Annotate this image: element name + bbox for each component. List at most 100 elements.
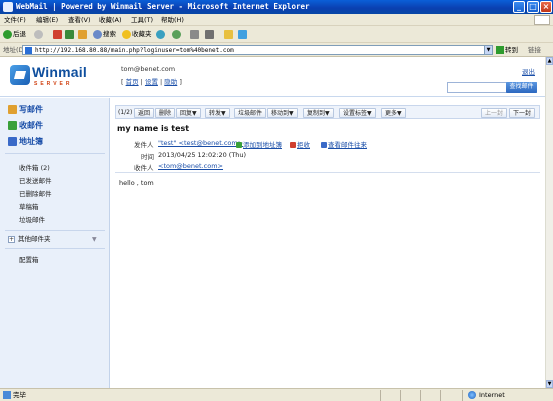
search-toolbar-button[interactable]: 搜索: [93, 29, 116, 40]
favorites-button[interactable]: 收藏夹: [122, 29, 152, 40]
move-to-button[interactable]: 移动到▼: [267, 108, 298, 118]
logo-word: Winmail: [32, 64, 87, 80]
more-button[interactable]: 更多▼: [381, 108, 406, 118]
other-folders-toggle[interactable]: + 其他邮件夹: [8, 235, 51, 244]
links-button[interactable]: 链接: [528, 45, 541, 55]
sidebar: 写邮件 收邮件 地址簿 收件箱 (2) 已发送邮件 已删除邮件 草稿箱 垃圾邮件…: [0, 98, 110, 388]
copy-to-button[interactable]: 复制到▼: [303, 108, 334, 118]
sidebar-divider: [5, 248, 105, 249]
forward-arrow-icon: [34, 29, 43, 39]
close-button[interactable]: ×: [540, 1, 552, 13]
back-to-list-button[interactable]: 返回: [134, 108, 155, 118]
header-divider: [115, 172, 540, 173]
receive-mail-icon: [8, 121, 17, 130]
reply-button[interactable]: 回复▼: [176, 108, 201, 118]
compose-link[interactable]: 写邮件: [8, 104, 43, 115]
set-label-button[interactable]: 设置标签▼: [339, 108, 376, 118]
add-to-contacts-link[interactable]: 添加到地址簿: [236, 139, 282, 149]
folder-sent[interactable]: 已发送邮件: [19, 177, 52, 186]
menu-bar: 文件(F) 编辑(E) 查看(V) 收藏(A) 工具(T) 帮助(H): [0, 14, 553, 26]
chevron-down-icon[interactable]: ▼: [92, 236, 97, 243]
sidebar-divider: [5, 153, 105, 154]
menu-view[interactable]: 查看(V): [68, 15, 91, 25]
winmail-logo-icon: [10, 65, 30, 85]
windows-flag-icon: [534, 15, 550, 25]
ie-app-icon: [3, 2, 13, 12]
history-button[interactable]: [172, 29, 182, 40]
media-button[interactable]: [156, 29, 166, 40]
home-link[interactable]: 首页: [126, 78, 139, 86]
delete-button[interactable]: 删除: [155, 108, 176, 118]
folder-button[interactable]: [224, 29, 234, 40]
pencil-icon: [8, 105, 17, 114]
help-link[interactable]: 隐助: [164, 78, 177, 86]
refresh-icon: [65, 29, 74, 39]
window-title: WebMail | Powered by Winmail Server - Mi…: [16, 2, 310, 11]
reject-sender-link[interactable]: 拒收: [290, 139, 310, 149]
scroll-down-icon[interactable]: ▼: [546, 380, 553, 388]
menu-favorites[interactable]: 收藏(A): [99, 15, 122, 25]
page-done-icon: [3, 391, 11, 399]
mail-search-button[interactable]: 查找邮件: [506, 82, 537, 93]
prev-mail-button[interactable]: 上一封: [481, 108, 508, 118]
logout-link[interactable]: 退出: [522, 66, 535, 76]
status-divider: [462, 390, 463, 401]
folder-inbox[interactable]: 收件箱 (2): [19, 164, 50, 173]
address-book-icon: [8, 137, 17, 146]
view-conversation-link[interactable]: 查看邮件往来: [321, 139, 367, 149]
star-icon: [122, 29, 131, 39]
window-titlebar: WebMail | Powered by Winmail Server - Mi…: [0, 0, 553, 14]
to-label: 收件人: [134, 164, 154, 172]
menu-edit[interactable]: 编辑(E): [36, 15, 58, 25]
address-url: http://192.168.80.88/main.php?loginuser=…: [35, 47, 234, 54]
from-value[interactable]: "test" <test@benet.com>: [158, 139, 243, 147]
go-button[interactable]: 转到: [496, 45, 518, 55]
stop-icon: [53, 29, 62, 39]
address-dropdown-icon[interactable]: ▼: [484, 45, 493, 55]
next-mail-button[interactable]: 下一封: [509, 108, 536, 118]
messenger-button[interactable]: [238, 29, 248, 40]
folder-junk[interactable]: 垃圾邮件: [19, 216, 45, 225]
block-icon: [290, 142, 296, 148]
mail-counter: (1/2): [118, 109, 133, 116]
print-button[interactable]: [205, 29, 215, 40]
web-content: Winmail SERVER tom@benet.com [ 首页 | 设置 |…: [0, 57, 545, 388]
menu-tools[interactable]: 工具(T): [131, 15, 153, 25]
address-bar: 地址(D) http://192.168.80.88/main.php?logi…: [0, 43, 553, 57]
status-bar: 完毕 Internet: [0, 388, 553, 401]
winmail-logo: Winmail SERVER: [10, 63, 87, 91]
security-zone: Internet: [468, 390, 505, 401]
scroll-up-icon[interactable]: ▲: [546, 57, 553, 65]
time-value: 2013/04/25 12:02:20 (Thu): [158, 151, 247, 159]
maximize-button[interactable]: □: [527, 1, 539, 13]
from-label: 发件人: [134, 141, 154, 149]
forward-button[interactable]: [34, 29, 44, 40]
junk-button[interactable]: 垃圾邮件: [234, 108, 267, 118]
go-arrow-icon: [496, 46, 504, 54]
address-book-link[interactable]: 地址簿: [8, 136, 43, 147]
address-input[interactable]: http://192.168.80.88/main.php?loginuser=…: [22, 45, 492, 55]
user-email: tom@benet.com: [121, 65, 176, 73]
mail-subject: my name is test: [117, 124, 190, 133]
home-button[interactable]: [78, 29, 88, 40]
expand-plus-icon: +: [8, 236, 15, 243]
back-button[interactable]: 后退: [3, 29, 26, 40]
mail-body: hello , tom: [119, 179, 154, 187]
to-value[interactable]: <tom@benet.com>: [158, 162, 223, 170]
check-mail-link[interactable]: 收邮件: [8, 120, 43, 131]
forward-button[interactable]: 转发▼: [205, 108, 230, 118]
folder-settings[interactable]: 配置箱: [19, 256, 39, 265]
minimize-button[interactable]: _: [513, 1, 525, 13]
webmail-header: Winmail SERVER tom@benet.com [ 首页 | 设置 |…: [0, 57, 545, 97]
sidebar-divider: [5, 230, 105, 231]
folder-drafts[interactable]: 草稿箱: [19, 203, 39, 212]
stop-button[interactable]: [53, 29, 63, 40]
mail-button[interactable]: [190, 29, 200, 40]
folder-deleted[interactable]: 已删除邮件: [19, 190, 52, 199]
menu-help[interactable]: 帮助(H): [161, 15, 184, 25]
vertical-scrollbar[interactable]: ▲ ▼: [545, 57, 553, 388]
settings-link[interactable]: 设置: [145, 78, 158, 86]
logo-subtitle: SERVER: [34, 81, 73, 87]
menu-file[interactable]: 文件(F): [4, 15, 26, 25]
refresh-button[interactable]: [65, 29, 75, 40]
